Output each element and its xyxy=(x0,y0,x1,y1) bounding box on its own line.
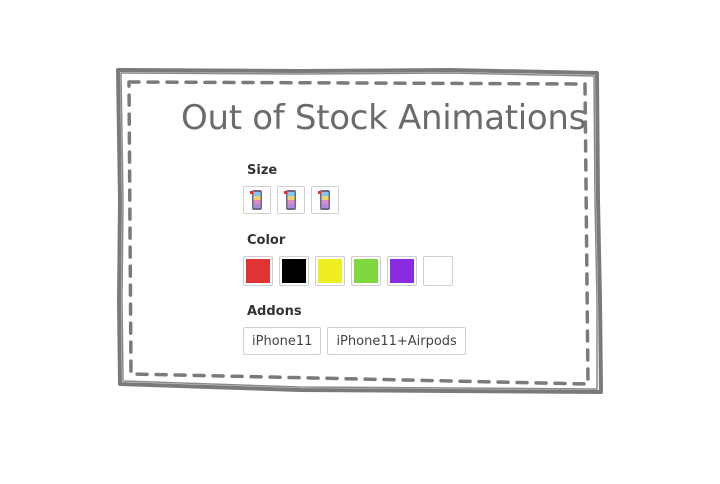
size-option-1[interactable] xyxy=(243,186,271,214)
stage: Out of Stock Animations Size Color Addon… xyxy=(0,0,720,484)
size-label: Size xyxy=(247,163,278,178)
size-option-2[interactable] xyxy=(277,186,305,214)
color-swatch-yellow[interactable] xyxy=(315,256,345,286)
color-section: Color xyxy=(243,233,503,286)
color-swatch-white[interactable] xyxy=(423,256,453,286)
color-swatch-black[interactable] xyxy=(279,256,309,286)
color-swatch-green[interactable] xyxy=(351,256,381,286)
page-title: Out of Stock Animations xyxy=(181,98,587,138)
color-label: Color xyxy=(247,233,286,248)
phone-icon xyxy=(318,190,330,210)
size-section: Size xyxy=(243,163,503,214)
phone-icon xyxy=(250,190,262,210)
color-options xyxy=(243,256,503,286)
phone-icon xyxy=(284,190,296,210)
addon-option-iphone11-airpods[interactable]: iPhone11+Airpods xyxy=(327,327,466,355)
addon-options: iPhone11 iPhone11+Airpods xyxy=(243,327,543,355)
addons-section: Addons iPhone11 iPhone11+Airpods xyxy=(243,304,543,355)
addon-option-iphone11[interactable]: iPhone11 xyxy=(243,327,322,355)
size-options xyxy=(243,186,503,214)
size-option-3[interactable] xyxy=(311,186,339,214)
color-swatch-red[interactable] xyxy=(243,256,273,286)
addons-label: Addons xyxy=(247,304,302,319)
color-swatch-purple[interactable] xyxy=(387,256,417,286)
